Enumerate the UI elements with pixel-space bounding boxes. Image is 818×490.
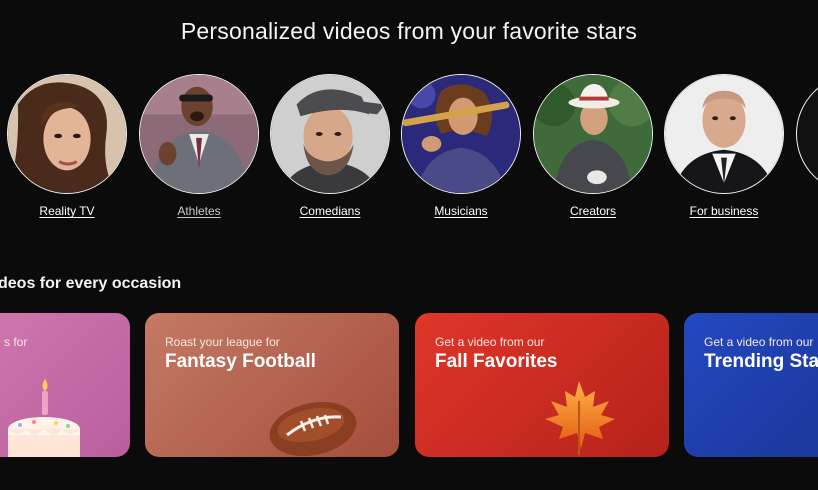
category-label[interactable]: For business [690,204,759,218]
category-image-musicians [401,74,521,194]
category-image-athletes [139,74,259,194]
category-comedians[interactable]: Comedians [269,74,391,220]
occasion-card-fantasy-football[interactable]: Roast your league for Fantasy Football [145,313,399,457]
category-label[interactable]: Athletes [177,204,220,218]
occasion-card-subtitle: Roast your league for [165,335,280,349]
football-icon [269,401,357,457]
category-label[interactable]: Creators [570,204,616,218]
category-for-business[interactable]: For business [663,74,785,220]
page-headline: Personalized videos from your favorite s… [180,18,638,44]
category-label[interactable]: Comedians [300,204,361,218]
category-athletes[interactable]: Athletes [138,74,260,220]
occasion-card-subtitle: Get a video from our [704,335,814,349]
occasion-card-fall-favorites[interactable]: Get a video from our Fall Favorites [415,313,669,457]
maple-leaf-icon [545,381,615,455]
birthday-cake-icon [8,379,80,457]
category-image-reality-tv [7,74,127,194]
category-image-comedians [270,74,390,194]
category-image-creators [533,74,653,194]
occasion-card-subtitle: s for [4,335,28,349]
occasion-card-title: Trending Sta [704,351,818,372]
occasion-card-title: Fantasy Football [165,351,316,372]
category-image-for-business [664,74,784,194]
occasions-section-title: deos for every occasion [0,275,182,292]
category-musicians[interactable]: Musicians [400,74,522,220]
occasion-card-subtitle: Get a video from our [435,335,545,349]
category-next-partial[interactable] [795,74,818,194]
page: Personalized videos from your favorite s… [0,0,818,490]
occasion-card-birthday[interactable]: s for [0,313,130,457]
occasion-card-title: Fall Favorites [435,351,558,372]
category-creators[interactable]: Creators [532,74,654,220]
occasion-card-trending-stars[interactable]: Get a video from our Trending Sta [684,313,818,457]
category-label[interactable]: Musicians [434,204,487,218]
category-image-next [796,74,818,194]
category-reality-tv[interactable]: Reality TV [6,74,128,220]
category-label[interactable]: Reality TV [39,204,94,218]
